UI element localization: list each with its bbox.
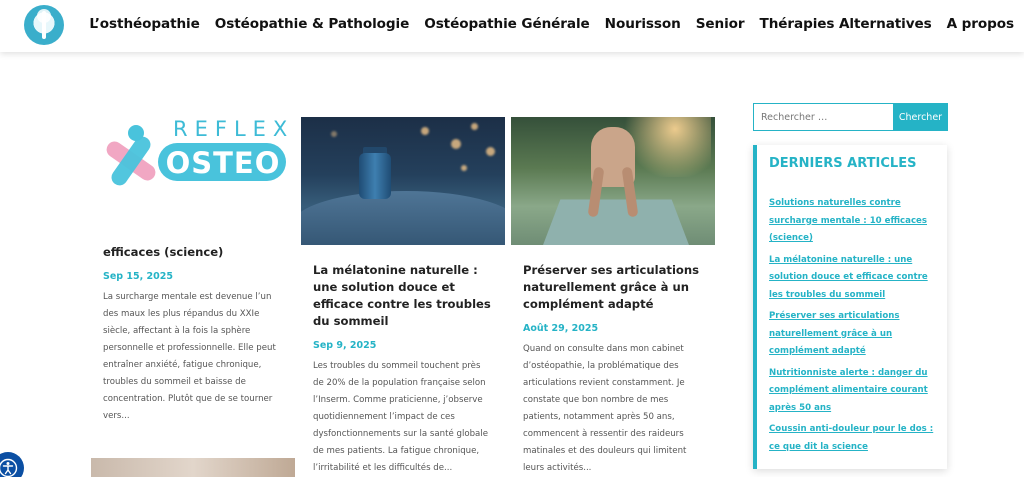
- site-header: L’osthéopathie Ostéopathie & Pathologie …: [0, 0, 1024, 52]
- recent-post-link[interactable]: Coussin anti-douleur pour le dos : ce qu…: [769, 421, 935, 456]
- post-card: REFLEX OSTEO Solutions naturelles contre…: [91, 117, 295, 425]
- search-button[interactable]: Chercher: [893, 103, 948, 131]
- recent-post-link[interactable]: Nutritionniste alerte : danger du complé…: [769, 365, 935, 418]
- search-input[interactable]: Rechercher …: [753, 103, 894, 131]
- post-title[interactable]: La mélatonine naturelle : une solution d…: [313, 262, 493, 330]
- post-title[interactable]: Préserver ses articulations naturellemen…: [523, 262, 703, 313]
- nav-item-osteopathie[interactable]: L’osthéopathie: [89, 16, 200, 32]
- recent-posts-widget: DERNIERS ARTICLES Solutions naturelles c…: [753, 145, 947, 469]
- nav-item-senior[interactable]: Senior: [696, 16, 745, 32]
- main-nav: L’osthéopathie Ostéopathie & Pathologie …: [89, 0, 1014, 48]
- post-thumbnail[interactable]: REFLEX OSTEO: [91, 117, 295, 245]
- site-logo[interactable]: [24, 5, 64, 45]
- post-excerpt: Quand on consulte dans mon cabinet d’ost…: [523, 344, 687, 473]
- accessibility-button[interactable]: [0, 452, 24, 477]
- post-card: Préserver ses articulations naturellemen…: [511, 117, 715, 477]
- widget-title: DERNIERS ARTICLES: [769, 156, 917, 171]
- logo-text-reflex: REFLEX: [173, 117, 295, 141]
- recent-post-link[interactable]: Préserver ses articulations naturellemen…: [769, 308, 935, 361]
- jar-icon: [359, 153, 391, 199]
- post-card: La mélatonine naturelle : une solution d…: [301, 117, 505, 477]
- post-date: Août 29, 2025: [523, 323, 599, 334]
- nav-item-nourisson[interactable]: Nourisson: [605, 16, 681, 32]
- nav-item-osteopathie-generale[interactable]: Ostéopathie Générale: [424, 16, 590, 32]
- recent-post-link[interactable]: Solutions naturelles contre surcharge me…: [769, 195, 935, 248]
- reflex-osteo-logo-icon: [99, 125, 159, 191]
- recent-post-link[interactable]: La mélatonine naturelle : une solution d…: [769, 252, 935, 305]
- post-excerpt: Les troubles du sommeil touchent près de…: [313, 361, 489, 473]
- post-thumbnail[interactable]: [91, 458, 295, 477]
- accessibility-icon: [0, 458, 18, 477]
- spine-figure-logo-icon: [42, 11, 46, 39]
- post-excerpt: La surcharge mentale est devenue l’un de…: [103, 292, 276, 421]
- nav-item-osteopathie-pathologie[interactable]: Ostéopathie & Pathologie: [215, 16, 410, 32]
- yoga-mat-icon: [537, 199, 695, 245]
- post-date: Sep 9, 2025: [313, 340, 377, 351]
- post-date: Sep 15, 2025: [103, 271, 173, 282]
- nav-item-therapies-alternatives[interactable]: Thérapies Alternatives: [760, 16, 932, 32]
- post-thumbnail[interactable]: [511, 117, 715, 245]
- logo-text-osteo: OSTEO: [165, 146, 281, 180]
- nav-item-a-propos[interactable]: A propos: [947, 16, 1014, 32]
- post-thumbnail[interactable]: [301, 117, 505, 245]
